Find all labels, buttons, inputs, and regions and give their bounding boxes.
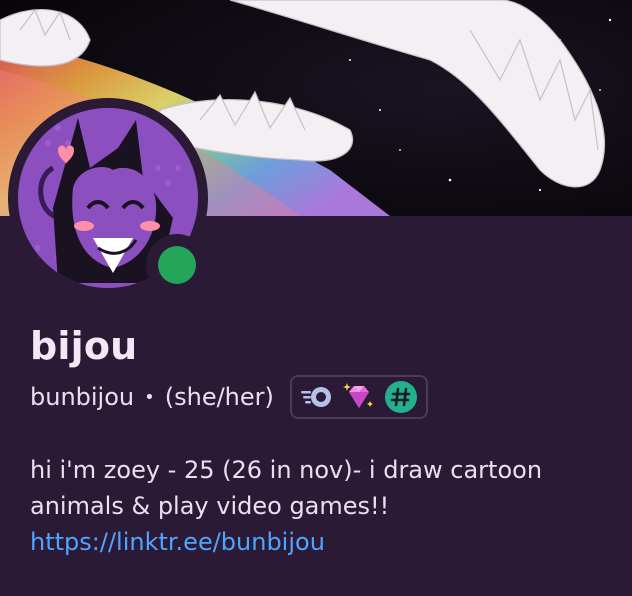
bio-link[interactable]: https://linktr.ee/bunbijou — [30, 524, 600, 560]
nitro-icon — [300, 387, 331, 407]
status-indicator — [146, 234, 208, 296]
boost-gem-icon — [342, 383, 373, 408]
profile-card: bijou bunbijou • (she/her) hi i'm zoey -… — [0, 0, 632, 596]
bio-line: hi i'm zoey - 25 (26 in nov)- i draw car… — [30, 456, 543, 484]
bio: hi i'm zoey - 25 (26 in nov)- i draw car… — [30, 452, 600, 560]
hashtag-badge-icon — [384, 381, 417, 413]
hashtag-badge[interactable] — [384, 380, 418, 414]
nitro-badge[interactable] — [300, 380, 334, 414]
profile-meta-row: bunbijou • (she/her) — [30, 374, 428, 420]
avatar-wrapper[interactable] — [8, 98, 208, 298]
separator-dot: • — [144, 386, 155, 408]
username[interactable]: bunbijou — [30, 383, 134, 411]
badge-list — [289, 375, 428, 419]
server-boost-badge[interactable] — [342, 380, 376, 414]
bio-line: animals & play video games!! — [30, 492, 390, 520]
pronouns: (she/her) — [164, 383, 274, 411]
online-status-icon — [158, 246, 196, 284]
display-name: bijou — [30, 324, 138, 368]
